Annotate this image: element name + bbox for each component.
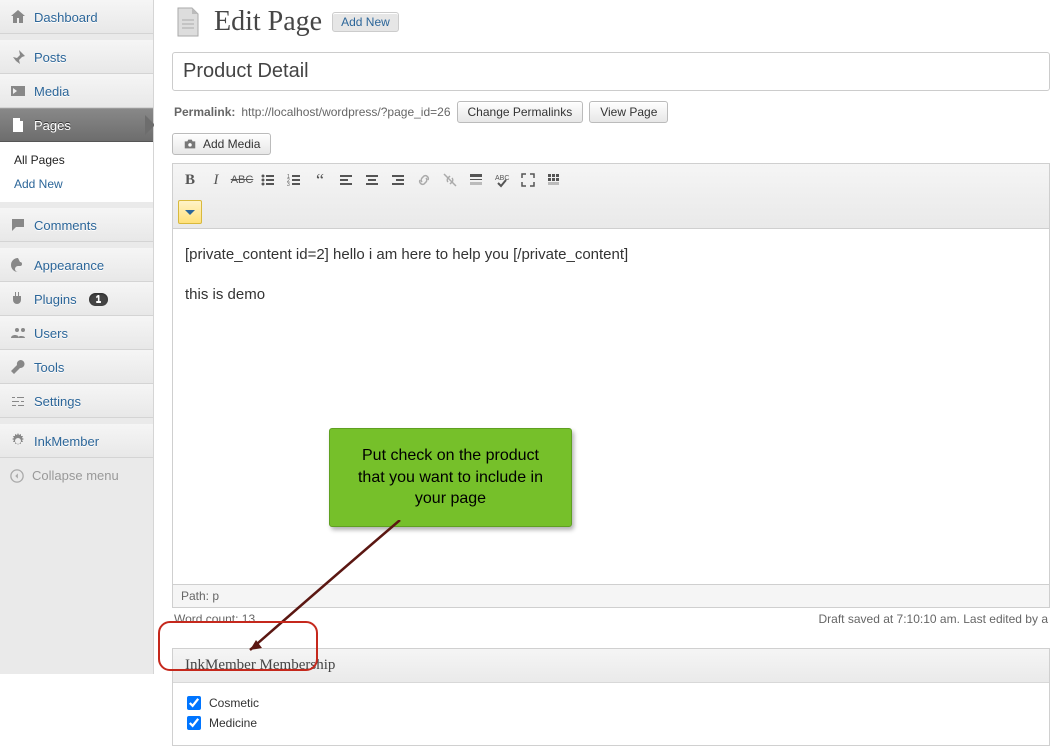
post-title-input[interactable] <box>172 52 1050 91</box>
tools-icon <box>10 359 26 375</box>
membership-checkbox-label: Medicine <box>209 716 257 730</box>
camera-icon <box>183 137 197 151</box>
permalink-row: Permalink: http://localhost/wordpress/?p… <box>172 91 1053 123</box>
comments-icon <box>10 217 26 233</box>
pages-icon <box>10 117 26 133</box>
blockquote-button[interactable]: “ <box>308 168 332 192</box>
main-content: Edit Page Add New Permalink: http://loca… <box>154 0 1053 674</box>
sidebar-item-label: Dashboard <box>34 10 98 25</box>
autosave-status: Draft saved at 7:10:10 am. Last edited b… <box>819 612 1048 626</box>
italic-button[interactable]: I <box>204 168 228 192</box>
numbered-list-button[interactable]: 123 <box>282 168 306 192</box>
collapse-label: Collapse menu <box>32 468 119 483</box>
align-left-button[interactable] <box>334 168 358 192</box>
appearance-icon <box>10 257 26 273</box>
editor-line: this is demo <box>185 283 1037 307</box>
sidebar-item-plugins[interactable]: Plugins 1 <box>0 282 153 316</box>
sidebar-item-tools[interactable]: Tools <box>0 350 153 384</box>
editor-path: Path: p <box>173 584 1049 607</box>
permalink-url: http://localhost/wordpress/?page_id=26 <box>241 105 450 119</box>
editor-content-area[interactable]: [private_content id=2] hello i am here t… <box>173 229 1049 584</box>
sidebar-item-label: Pages <box>34 118 71 133</box>
add-new-button[interactable]: Add New <box>332 12 399 32</box>
sidebar-submenu-pages: All Pages Add New <box>0 142 153 202</box>
sidebar-subitem-add-new[interactable]: Add New <box>0 172 153 196</box>
annotation-callout: Put check on the product that you want t… <box>329 428 572 527</box>
sidebar-item-posts[interactable]: Posts <box>0 40 153 74</box>
membership-checkbox-medicine[interactable] <box>187 716 201 730</box>
view-page-button[interactable]: View Page <box>589 101 668 123</box>
word-count: Word count: 13 <box>174 612 255 626</box>
sidebar-item-label: Tools <box>34 360 64 375</box>
svg-text:3: 3 <box>287 182 290 188</box>
sidebar-item-label: Plugins <box>34 292 77 307</box>
membership-checkbox-cosmetic[interactable] <box>187 696 201 710</box>
editor-footer: Word count: 13 Draft saved at 7:10:10 am… <box>172 608 1050 630</box>
kitchen-sink-button[interactable] <box>542 168 566 192</box>
inkmember-metabox: InkMember Membership Cosmetic Medicine <box>172 648 1050 746</box>
svg-text:ABC: ABC <box>495 175 509 182</box>
metabox-title: InkMember Membership <box>173 649 1049 683</box>
page-icon <box>172 6 204 38</box>
bullet-list-button[interactable] <box>256 168 280 192</box>
spellcheck-button[interactable]: ABC <box>490 168 514 192</box>
sidebar-item-label: Media <box>34 84 69 99</box>
membership-checkbox-row[interactable]: Medicine <box>187 713 1035 733</box>
page-title: Edit Page <box>214 6 322 38</box>
align-right-button[interactable] <box>386 168 410 192</box>
collapse-icon <box>10 469 24 483</box>
sidebar-item-pages[interactable]: Pages <box>0 108 153 142</box>
editor-box: B I ABC 123 “ ABC <box>172 163 1050 608</box>
sidebar-item-users[interactable]: Users <box>0 316 153 350</box>
show-toolbar-button[interactable] <box>178 200 202 224</box>
fullscreen-button[interactable] <box>516 168 540 192</box>
admin-sidebar: Dashboard Posts Media Pages All Pages Ad… <box>0 0 154 674</box>
settings-icon <box>10 393 26 409</box>
bold-button[interactable]: B <box>178 168 202 192</box>
permalink-label: Permalink: <box>174 105 235 119</box>
metabox-body: Cosmetic Medicine <box>173 683 1049 745</box>
sidebar-item-comments[interactable]: Comments <box>0 208 153 242</box>
editor-toolbar: B I ABC 123 “ ABC <box>173 164 1049 229</box>
sidebar-item-label: Users <box>34 326 68 341</box>
unlink-button[interactable] <box>438 168 462 192</box>
link-button[interactable] <box>412 168 436 192</box>
pin-icon <box>10 49 26 65</box>
add-media-label: Add Media <box>203 137 260 151</box>
align-center-button[interactable] <box>360 168 384 192</box>
sidebar-item-media[interactable]: Media <box>0 74 153 108</box>
sidebar-subitem-all-pages[interactable]: All Pages <box>0 148 153 172</box>
plugins-update-badge: 1 <box>89 293 109 306</box>
add-media-button[interactable]: Add Media <box>172 133 271 155</box>
media-icon <box>10 83 26 99</box>
insert-more-button[interactable] <box>464 168 488 192</box>
sidebar-item-label: Appearance <box>34 258 104 273</box>
membership-checkbox-label: Cosmetic <box>209 696 259 710</box>
sidebar-item-dashboard[interactable]: Dashboard <box>0 0 153 34</box>
home-icon <box>10 9 26 25</box>
membership-checkbox-row[interactable]: Cosmetic <box>187 693 1035 713</box>
users-icon <box>10 325 26 341</box>
sidebar-item-appearance[interactable]: Appearance <box>0 248 153 282</box>
sidebar-item-label: InkMember <box>34 434 99 449</box>
sidebar-item-label: Settings <box>34 394 81 409</box>
sidebar-item-settings[interactable]: Settings <box>0 384 153 418</box>
sidebar-item-label: Comments <box>34 218 97 233</box>
strikethrough-button[interactable]: ABC <box>230 168 254 192</box>
sidebar-item-inkmember[interactable]: InkMember <box>0 424 153 458</box>
page-header: Edit Page Add New <box>172 6 1053 38</box>
gear-icon <box>10 433 26 449</box>
plugins-icon <box>10 291 26 307</box>
change-permalinks-button[interactable]: Change Permalinks <box>457 101 584 123</box>
sidebar-item-label: Posts <box>34 50 67 65</box>
collapse-menu[interactable]: Collapse menu <box>0 458 153 493</box>
annotation-text: Put check on the product that you want t… <box>358 447 543 507</box>
editor-line: [private_content id=2] hello i am here t… <box>185 243 1037 267</box>
